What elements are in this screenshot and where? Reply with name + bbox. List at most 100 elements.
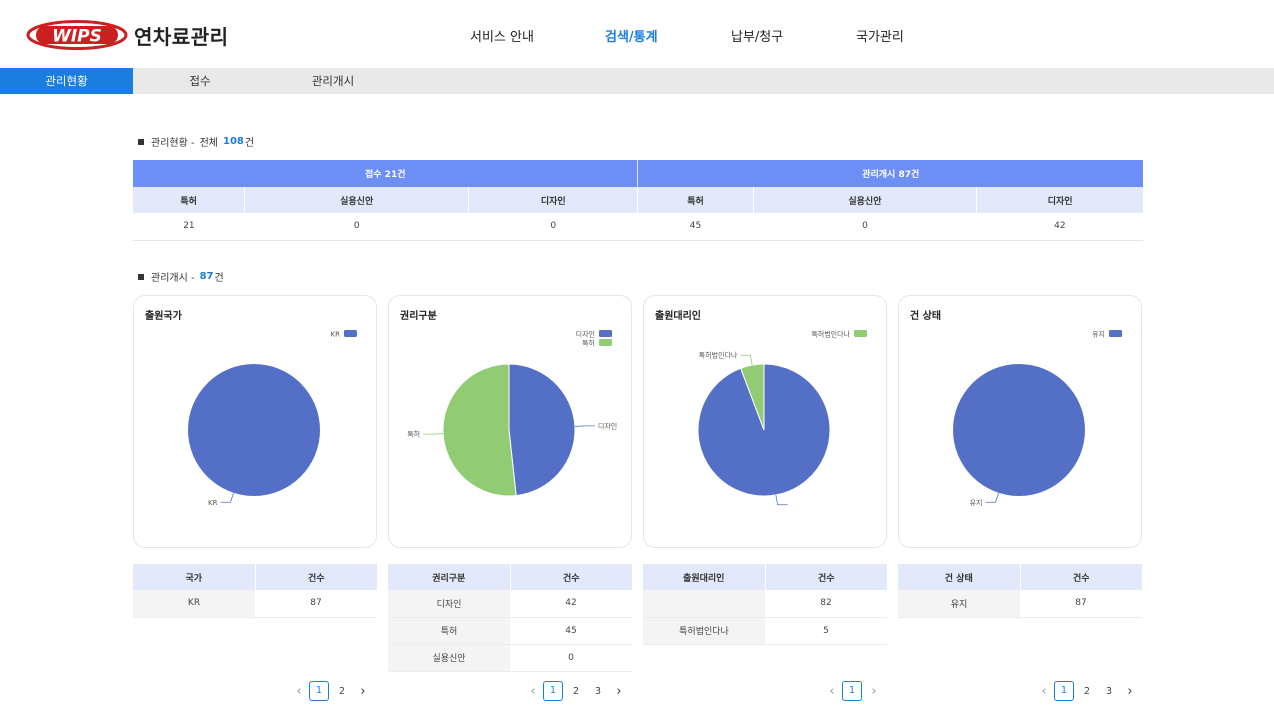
table-cell: 특허 [388,617,510,645]
legend-label[interactable]: 특허법인다나 [811,330,850,339]
nav-search-stats[interactable]: 검색/통계 [605,26,658,45]
legend-label[interactable]: 유지 [1092,330,1105,339]
pie-slice-label: 유지 [970,498,983,507]
pie-slice[interactable] [953,364,1085,496]
table-cell: 디자인 [388,590,510,618]
pagination: ‹ 1 2 3 › [523,681,629,701]
tab-receipt[interactable]: 접수 [150,68,250,94]
table-cell: KR [133,590,255,618]
table-cell: 87 [1020,590,1142,618]
summary-col-header: 특허 [133,187,245,213]
chevron-left-icon[interactable]: ‹ [822,684,842,699]
page-number[interactable]: 2 [565,686,587,697]
mgmt-title-label: 관리개시 - [151,273,195,284]
chart-card-country: 출원국가 KR KR [133,295,377,548]
nav-country-management[interactable]: 국가관리 [856,26,904,45]
pie-label-line [220,492,234,503]
table-row: 디자인 42 [388,590,632,618]
table-header: 권리구분 [388,564,510,590]
table-cell: 87 [255,590,377,618]
detail-table-agent: 출원대리인 건수 82 특허법인다나 5 [643,564,887,645]
tab-management-status[interactable]: 관리현황 [0,68,133,94]
summary-count-unit: 건 [244,138,255,149]
legend-label[interactable]: KR [331,331,341,339]
summary-col-header: 실용신안 [244,187,469,213]
legend-swatch[interactable] [344,330,357,337]
chevron-right-icon[interactable]: › [609,684,629,699]
legend-swatch[interactable] [599,330,612,337]
table-cell: 특허법인다나 [643,617,765,645]
summary-col-header: 디자인 [468,187,638,213]
table-header: 건수 [254,564,377,590]
summary-total-label: 전체 [199,138,218,149]
table-row: 실용신안 0 [388,644,632,672]
pie-chart-agent[interactable]: 특허법인다나특허법인다나 [644,296,888,549]
legend-label[interactable]: 특허 [582,339,595,348]
chevron-left-icon[interactable]: ‹ [1034,684,1054,699]
pie-slice-label: KR [208,499,218,507]
legend-swatch[interactable] [854,330,867,337]
detail-table-right-type: 권리구분 건수 디자인 42 특허 45 실용신안 0 [388,564,632,672]
table-cell: 45 [510,617,632,645]
page-number[interactable]: 2 [331,686,353,697]
table-row: 21 0 0 45 0 42 [133,213,1143,241]
table-cell: 유지 [898,590,1020,618]
chevron-left-icon[interactable]: ‹ [523,684,543,699]
tab-management-start[interactable]: 관리개시 [283,68,383,94]
pie-slice-label: 디자인 [598,421,617,430]
summary-cell: 42 [976,213,1143,241]
table-row: 특허법인다나 5 [643,617,887,645]
pie-slice[interactable] [508,363,576,497]
pie-label-line [985,492,999,503]
chart-card-right-type: 권리구분 디자인 특허 디자인 특허 [388,295,632,548]
pie-slice[interactable] [442,363,517,497]
table-header: 건수 [764,564,887,590]
chevron-right-icon[interactable]: › [864,684,884,699]
nav-payment-billing[interactable]: 납부/청구 [731,26,783,45]
chevron-right-icon[interactable]: › [353,684,373,699]
main-nav: 서비스 안내 검색/통계 납부/청구 국가관리 [0,26,1274,46]
table-header: 국가 [133,564,255,590]
summary-col-header: 디자인 [976,187,1143,213]
table-cell: 82 [765,590,887,618]
legend-swatch[interactable] [599,339,612,346]
summary-cell: 45 [637,213,754,241]
summary-cell: 0 [753,213,977,241]
pie-slice[interactable] [188,364,320,496]
page-number[interactable]: 1 [309,681,329,701]
page-number[interactable]: 3 [587,686,609,697]
table-row: 특허 45 [388,617,632,645]
page-number[interactable]: 2 [1076,686,1098,697]
top-header: WIPS 연차료관리 서비스 안내 검색/통계 납부/청구 국가관리 [0,0,1274,68]
pie-slice-label: 특허법인다나 [699,351,738,360]
summary-title-label: 관리현황 - [151,138,195,149]
summary-group-receipt: 접수 21건 [133,160,638,187]
pagination: ‹ 1 2 › [289,681,373,701]
chevron-right-icon[interactable]: › [1120,684,1140,699]
legend-label[interactable]: 디자인 [576,330,595,339]
summary-col-header: 특허 [637,187,754,213]
table-header: 건수 [1019,564,1142,590]
page-number[interactable]: 1 [1054,681,1074,701]
mgmt-count: 87 [199,271,214,282]
table-cell [643,590,765,618]
pie-chart-country[interactable]: KR KR [134,296,378,549]
bullet-square-icon [138,273,144,280]
detail-table-country: 국가 건수 KR 87 [133,564,377,618]
pie-chart-status[interactable]: 유지유지 [899,296,1143,549]
page-number[interactable]: 1 [543,681,563,701]
page-number[interactable]: 3 [1098,686,1120,697]
nav-service-guide[interactable]: 서비스 안내 [470,26,534,45]
chart-card-agent: 출원대리인 특허법인다나 특허법인다나 [643,295,887,548]
pie-chart-right-type[interactable]: 디자인특허디자인특허 [389,296,633,549]
table-header: 건수 [509,564,632,590]
chevron-left-icon[interactable]: ‹ [289,684,309,699]
chart-card-status: 건 상태 유지 유지 [898,295,1142,548]
pie-label-line [423,433,444,435]
pagination: ‹ 1 2 3 › [1034,681,1140,701]
legend-swatch[interactable] [1109,330,1122,337]
table-header: 건 상태 [898,564,1020,590]
sub-nav: 관리현황 접수 관리개시 [0,68,1274,94]
page-number[interactable]: 1 [842,681,862,701]
pagination: ‹ 1 › [822,681,884,701]
